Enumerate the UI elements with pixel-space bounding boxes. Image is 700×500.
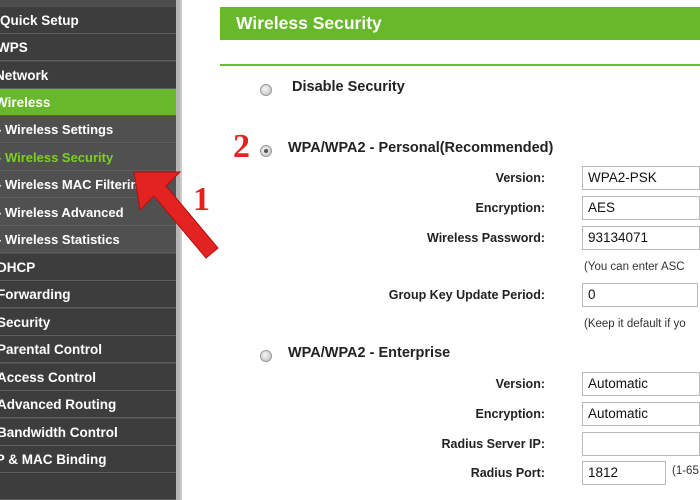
sidebar-item-label: Network (0, 68, 49, 83)
sidebar-item-wireless-settings[interactable]: - Wireless Settings (0, 116, 180, 143)
sidebar-item-bandwidth-control[interactable]: Bandwidth Control (0, 419, 180, 446)
red-arrow-icon (133, 171, 219, 259)
version-label: Version: (495, 171, 545, 185)
password-hint: (You can enter ASC (584, 261, 685, 273)
sidebar-item-network[interactable]: Network (0, 62, 180, 89)
wireless-password-label: Wireless Password: (427, 231, 545, 245)
group-key-hint: (Keep it default if yo (584, 318, 686, 330)
sidebar-item-parental-control[interactable]: Parental Control (0, 336, 180, 363)
radius-port-input[interactable]: 1812 (582, 461, 666, 485)
wpa-enterprise-label: WPA/WPA2 - Enterprise (288, 345, 451, 361)
sidebar-item-quick-setup[interactable]: Quick Setup (0, 7, 180, 34)
enterprise-encryption-select[interactable]: Automatic (582, 402, 700, 426)
wireless-password-input[interactable]: 93134071 (582, 226, 700, 250)
main-content: Wireless Security Disable Security WPA/W… (182, 0, 700, 500)
wpa-enterprise-radio[interactable] (260, 350, 272, 362)
sidebar-item-label: IP & MAC Binding (0, 452, 107, 467)
sidebar-item-wireless[interactable]: Wireless (0, 89, 180, 116)
sidebar-item-label: Advanced Routing (0, 397, 117, 412)
radius-server-ip-label: Radius Server IP: (441, 437, 545, 451)
step-2-annotation: 2 (233, 128, 250, 165)
sidebar-item-advanced-routing[interactable]: Advanced Routing (0, 391, 180, 418)
sidebar-item-label: Bandwidth Control (0, 425, 118, 440)
sidebar-item-label: Security (0, 315, 51, 330)
sidebar-item-security[interactable]: Security (0, 309, 180, 336)
sidebar-item-label: Access Control (0, 370, 97, 385)
sidebar-item-label: - Wireless Settings (0, 122, 114, 137)
wpa-personal-label: WPA/WPA2 - Personal(Recommended) (288, 140, 554, 156)
version-select[interactable]: WPA2-PSK (582, 166, 700, 190)
enterprise-version-label: Version: (495, 377, 545, 391)
sidebar-item-label: - Wireless Advanced (0, 205, 124, 220)
sidebar-item-label: Parental Control (0, 342, 103, 357)
title-divider (220, 64, 700, 66)
sidebar-item-forwarding[interactable]: Forwarding (0, 281, 180, 308)
radius-server-ip-input[interactable] (582, 432, 700, 456)
enterprise-version-select[interactable]: Automatic (582, 372, 700, 396)
wpa-personal-radio[interactable] (260, 145, 272, 157)
sidebar-item-label: Wireless (0, 95, 51, 110)
group-key-label: Group Key Update Period: (388, 288, 545, 302)
sidebar-item-label: Forwarding (0, 287, 71, 302)
sidebar-item-label: DHCP (0, 260, 36, 275)
group-key-input[interactable]: 0 (582, 283, 698, 307)
sidebar-item-label: - Wireless Security (0, 150, 114, 165)
disable-security-radio[interactable] (260, 84, 272, 96)
sidebar-item-partial (0, 473, 180, 500)
encryption-label: Encryption: (475, 201, 545, 215)
disable-security-label: Disable Security (292, 79, 405, 95)
sidebar-item-wps[interactable]: WPS (0, 34, 180, 61)
sidebar-item-access-control[interactable]: Access Control (0, 364, 180, 391)
radius-port-label: Radius Port: (470, 466, 545, 480)
sidebar-item-label: - Wireless Statistics (0, 232, 120, 247)
sidebar-item-label: WPS (0, 40, 28, 55)
page-title: Wireless Security (220, 7, 700, 40)
enterprise-encryption-label: Encryption: (475, 407, 545, 421)
sidebar-item-ip-mac-binding[interactable]: IP & MAC Binding (0, 446, 180, 473)
encryption-select[interactable]: AES (582, 196, 700, 220)
radius-port-hint: (1-65 (672, 465, 699, 477)
